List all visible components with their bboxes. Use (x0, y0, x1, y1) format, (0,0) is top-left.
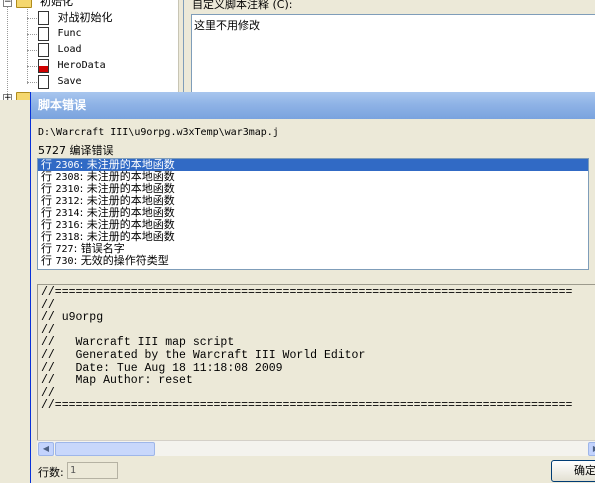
error-row[interactable]: 行 730: 无效的操作符类型 (38, 254, 588, 268)
ok-button[interactable]: 确定 (551, 460, 595, 482)
tree-branch-line (27, 18, 37, 19)
trigger-tree[interactable]: − 初始化 对战初始化 Func Load HeroData Save + (0, 0, 184, 100)
trigger-doc-icon (38, 11, 49, 25)
tree-folder-item[interactable]: + (3, 90, 32, 100)
error-list[interactable]: 行 2306: 未注册的本地函数行 2308: 未注册的本地函数行 2310: … (37, 158, 589, 270)
script-path: D:\Warcraft III\u9orpg.w3xTemp\war3map.j (38, 127, 279, 138)
tree-item-label: HeroData (57, 60, 106, 71)
tree-scrollbar[interactable] (178, 0, 183, 100)
lines-field[interactable]: 1 (67, 462, 118, 479)
scroll-right-icon[interactable]: ▶ (588, 442, 595, 456)
script-error-dialog: 脚本错误 D:\Warcraft III\u9orpg.w3xTemp\war3… (30, 92, 595, 483)
comment-label: 自定义脚本注释 (C): (192, 0, 293, 11)
dialog-title[interactable]: 脚本错误 (31, 92, 595, 119)
tree-item[interactable]: Save (27, 74, 82, 90)
tree-guide-line (7, 0, 8, 100)
error-line-number: 2310 (55, 184, 80, 195)
error-line-number: 730 (55, 256, 74, 267)
scroll-thumb[interactable] (55, 442, 155, 456)
tree-item[interactable]: HeroData (27, 58, 106, 74)
code-horizontal-scrollbar[interactable]: ◀ ▶ (37, 440, 595, 456)
error-line-number: 2306 (55, 160, 80, 171)
error-line-number: 2312 (55, 196, 80, 207)
tree-item-label: 对战初始化 (57, 11, 113, 24)
tree-branch-line (27, 66, 37, 67)
folder-icon (15, 0, 32, 8)
scroll-left-icon[interactable]: ◀ (38, 442, 54, 456)
error-line-number: 727 (55, 244, 74, 255)
trigger-doc-icon (38, 75, 49, 89)
error-line-number: 2308 (55, 172, 80, 183)
code-text: //======================================… (41, 286, 573, 413)
tree-root-item[interactable]: − 初始化 (3, 0, 73, 10)
tree-item-label: Save (57, 76, 82, 87)
tree-branch-line (27, 82, 37, 83)
tree-root-label: 初始化 (40, 0, 73, 8)
error-message: : 无效的操作符类型 (73, 254, 169, 267)
comment-pane: 自定义脚本注释 (C): 这里不用修改 (188, 0, 595, 100)
collapse-icon[interactable]: − (3, 0, 12, 7)
tree-item[interactable]: Func (27, 26, 82, 42)
expand-icon[interactable]: + (3, 93, 12, 100)
lines-label: 行数: (38, 466, 64, 479)
error-row-prefix: 行 (41, 254, 56, 267)
tree-item-label: Load (57, 44, 82, 55)
code-preview[interactable]: //======================================… (37, 284, 595, 452)
tree-branch-line (27, 34, 37, 35)
error-line-number: 2316 (55, 220, 80, 231)
error-line-number: 2314 (55, 208, 80, 219)
trigger-doc-icon (38, 27, 49, 41)
trigger-doc-icon (38, 43, 49, 57)
error-count: 5727 编译错误 (38, 144, 114, 157)
tree-item[interactable]: 对战初始化 (27, 10, 113, 26)
tree-item[interactable]: Load (27, 42, 82, 58)
comment-textarea[interactable]: 这里不用修改 (191, 14, 595, 100)
trigger-error-doc-icon (38, 59, 49, 73)
tree-branch-line (27, 50, 37, 51)
tree-item-label: Func (57, 28, 82, 39)
